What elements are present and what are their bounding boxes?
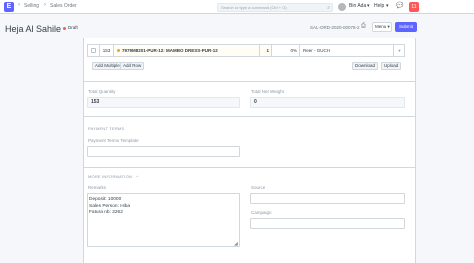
chevron-right-icon: ›	[44, 2, 46, 8]
search-input[interactable]: Search or type a command (Ctrl + G) ⌕	[217, 3, 333, 12]
uom-cell[interactable]: Reer - GUCH	[300, 45, 394, 56]
menu-button[interactable]: Menu ▾	[372, 22, 392, 32]
remarks-line: Fatura nb: 2262	[89, 210, 123, 215]
section-divider	[83, 81, 416, 82]
table-row[interactable]: 153 7979M8201-PUR-12: MAMBO DRESS-PUR-12…	[87, 44, 405, 57]
chevron-down-icon: ▾	[386, 3, 389, 9]
user-menu[interactable]: Bin Ada	[349, 3, 366, 9]
chevron-up-icon: ^	[136, 174, 139, 179]
row-checkbox[interactable]	[91, 48, 96, 53]
breadcrumb-sales-order[interactable]: Sales Order	[50, 3, 77, 9]
row-select-cell[interactable]	[88, 45, 100, 56]
source-field[interactable]	[250, 193, 405, 204]
total-net-weight-value: 0	[250, 97, 405, 108]
item-status-dot	[117, 49, 120, 53]
menu-button-label: Menu	[375, 24, 387, 29]
row-qty-left: 153	[100, 45, 114, 56]
help-menu[interactable]: Help	[374, 3, 384, 9]
payment-terms-template-field[interactable]	[87, 146, 240, 157]
qty-cell[interactable]: 1	[260, 45, 272, 56]
breadcrumb-selling[interactable]: Selling	[24, 3, 39, 9]
section-divider	[83, 167, 416, 168]
remarks-label: Remarks	[88, 185, 107, 190]
item-code-cell[interactable]: 7979M8201-PUR-12: MAMBO DRESS-PUR-12	[114, 45, 260, 56]
notification-badge[interactable]: 11	[409, 2, 419, 12]
top-navbar: E › Selling › Sales Order Search or type…	[0, 0, 474, 14]
chat-icon[interactable]: 💬	[396, 2, 403, 9]
search-placeholder: Search or type a command (Ctrl + G)	[221, 5, 287, 10]
document-id: SAL-ORD-2020-00078-2	[310, 25, 360, 30]
page-title: Heja Al Sahile	[5, 24, 62, 34]
chevron-down-icon: ▾	[387, 24, 390, 29]
campaign-field[interactable]	[250, 218, 405, 229]
item-code: 7979M8201-PUR-12: MAMBO DRESS-PUR-12	[122, 48, 218, 53]
remarks-content: Deposit: 10000 Sales Person: Hiba Fatura…	[89, 197, 130, 217]
app-logo[interactable]: E	[4, 2, 14, 12]
status-badge: Draft	[68, 25, 78, 30]
row-edit-icon[interactable]: ▾	[394, 45, 405, 56]
download-button[interactable]: Download	[352, 62, 379, 70]
section-divider	[83, 116, 416, 117]
payment-terms-template-label: Payment Terms Template	[88, 138, 139, 143]
payment-terms-heading: PAYMENT TERMS	[88, 126, 125, 131]
submit-button[interactable]: Submit	[395, 22, 417, 32]
add-multiple-button[interactable]: Add Multiple	[92, 62, 123, 70]
chevron-right-icon: ›	[18, 2, 20, 8]
total-quantity-label: Total Quantity	[88, 89, 116, 94]
add-row-button[interactable]: Add Row	[120, 62, 145, 70]
more-information-heading[interactable]: MORE INFORMATION ^	[88, 174, 138, 179]
print-icon[interactable]: ⎙	[361, 23, 366, 30]
status-dot	[63, 27, 66, 30]
avatar[interactable]	[338, 3, 346, 11]
total-quantity-value: 153	[87, 97, 240, 108]
discount-cell[interactable]: 0%	[272, 45, 300, 56]
upload-button[interactable]: Upload	[381, 62, 402, 70]
search-icon: ⌕	[327, 5, 330, 11]
campaign-label: Campaign	[251, 210, 272, 215]
total-net-weight-label: Total Net Weight	[251, 89, 284, 94]
resize-handle-icon[interactable]: ◢	[234, 241, 238, 247]
source-label: Source	[251, 185, 266, 190]
chevron-down-icon: ▾	[367, 3, 370, 9]
more-information-label: MORE INFORMATION	[88, 174, 133, 179]
